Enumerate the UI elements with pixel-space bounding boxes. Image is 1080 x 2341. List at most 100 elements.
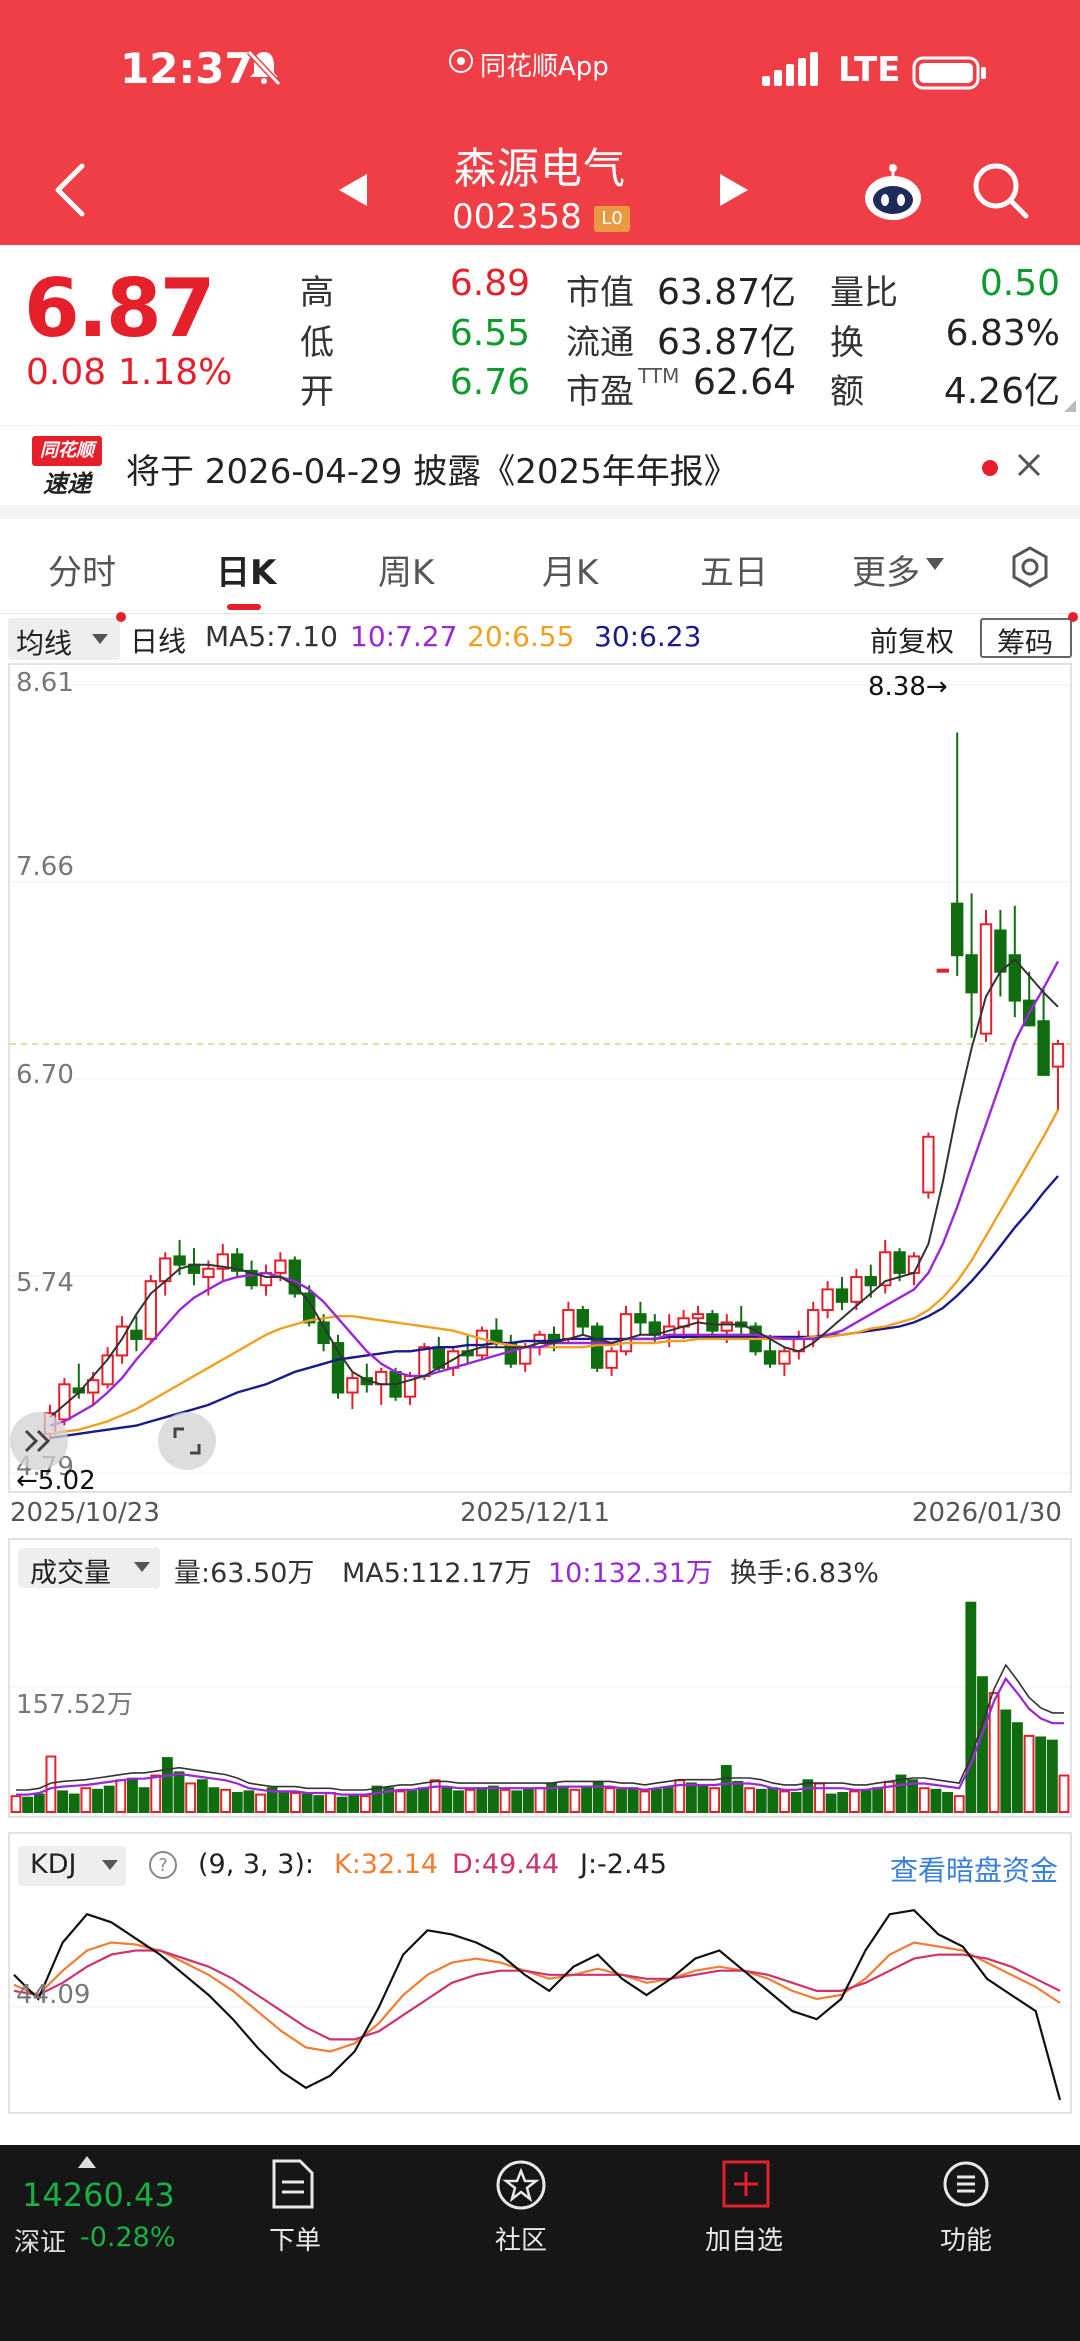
chips-dot	[1068, 612, 1078, 622]
tab-monthly-k[interactable]: 月K	[542, 545, 598, 594]
volume-bar	[930, 1788, 942, 1814]
volume-bar	[324, 1791, 336, 1814]
expand-corner-icon[interactable]	[1064, 400, 1076, 412]
community-button[interactable]: 社区	[466, 2158, 576, 2258]
kline-chart[interactable]	[10, 665, 1070, 1491]
turnover-label: 换	[830, 323, 864, 363]
volume-bar	[604, 1787, 616, 1813]
volume-bar	[127, 1777, 138, 1813]
kline-date-mid: 2025/12/11	[460, 1498, 610, 1528]
candle-body	[605, 1350, 618, 1369]
open-label: 开	[300, 372, 334, 412]
volume-bar	[779, 1790, 790, 1813]
low-value: 6.55	[449, 313, 530, 354]
order-label: 下单	[268, 2226, 321, 2256]
chip-distribution-button[interactable]: 筹码	[997, 621, 1053, 661]
volume-bar	[744, 1787, 756, 1813]
volume-bar	[255, 1793, 266, 1814]
double-chevron-icon	[24, 1429, 51, 1453]
tab-weekly-k[interactable]: 周K	[378, 545, 434, 594]
volume-bar	[732, 1780, 744, 1813]
volume-bar	[651, 1788, 662, 1814]
volume-bar	[22, 1796, 34, 1814]
float-label: 流通	[566, 323, 634, 363]
help-icon[interactable]: ?	[148, 1850, 178, 1880]
tab-more[interactable]: 更多	[852, 545, 920, 594]
functions-label: 功能	[939, 2226, 992, 2256]
float-value: 63.87亿	[656, 322, 796, 363]
search-icon[interactable]	[970, 160, 1030, 220]
tab-intraday[interactable]: 分时	[48, 545, 116, 594]
close-icon[interactable]	[1014, 450, 1044, 480]
add-watchlist-button[interactable]: 加自选	[694, 2158, 794, 2258]
volume-bar	[243, 1790, 255, 1813]
order-document-icon	[272, 2159, 314, 2209]
candle-body	[951, 902, 964, 957]
candle-body	[87, 1379, 100, 1394]
kline-y-label-2: 6.70	[16, 1060, 74, 1090]
volume-bar	[1058, 1774, 1070, 1813]
order-button[interactable]: 下单	[240, 2158, 350, 2258]
index-up-arrow-icon	[78, 2156, 96, 2168]
menu-icon	[943, 2161, 989, 2207]
volume-ma5: MA5:112.17万	[342, 1558, 532, 1589]
volume-ma10: 10:132.31万	[548, 1558, 713, 1589]
volume-chart[interactable]	[10, 1590, 1070, 1816]
volume-bar	[1035, 1736, 1047, 1814]
volume-bar	[1011, 1722, 1023, 1813]
kdj-j-value: J:-2.45	[580, 1849, 667, 1880]
mcap-label: 市值	[566, 273, 634, 313]
stock-code: 002358	[452, 197, 582, 237]
kdj-chart[interactable]	[10, 1888, 1070, 2112]
tab-five-day[interactable]: 五日	[700, 545, 768, 594]
news-badge-bottom: 速递	[43, 470, 91, 498]
tab-daily-k[interactable]: 日K	[216, 545, 276, 594]
volume-bar	[161, 1757, 173, 1813]
volume-bar	[557, 1785, 569, 1813]
kdj-dropdown-icon	[102, 1860, 118, 1870]
robot-assistant-icon[interactable]	[860, 160, 926, 226]
index-value[interactable]: 14260.43	[22, 2176, 175, 2214]
kline-min-label: ←5.02	[16, 1466, 96, 1496]
volume-bar	[1000, 1709, 1012, 1813]
volume-ratio-label: 量比	[830, 273, 898, 313]
signal-icon	[762, 52, 818, 86]
settings-icon[interactable]	[1008, 545, 1052, 589]
volume-bar	[767, 1787, 779, 1813]
candle-body	[619, 1313, 633, 1353]
volume-bar	[709, 1787, 721, 1813]
dark-pool-link[interactable]: 查看暗盘资金	[890, 1849, 1058, 1889]
indicator-dropdown-icon	[92, 634, 108, 644]
volume-bar	[80, 1787, 92, 1813]
volume-bar	[907, 1779, 919, 1814]
candle-body	[519, 1346, 532, 1365]
ma20-value: 20:6.55	[467, 620, 575, 653]
index-name: 深证	[14, 2228, 67, 2258]
amount-value: 4.26亿	[943, 371, 1060, 412]
fullscreen-button[interactable]	[158, 1412, 216, 1470]
volume-bar	[860, 1790, 872, 1813]
level-badge: L0	[594, 206, 630, 232]
candle-body	[936, 968, 949, 973]
candle-body	[634, 1313, 647, 1324]
functions-button[interactable]: 功能	[916, 2158, 1016, 2258]
low-label: 低	[300, 323, 334, 363]
community-star-icon	[496, 2160, 546, 2210]
volume-bar	[720, 1765, 732, 1813]
volume-value: 量:63.50万	[174, 1558, 315, 1589]
price-change-pct: 1.18%	[118, 352, 233, 393]
next-stock-icon[interactable]	[716, 170, 752, 210]
volume-bar	[848, 1790, 860, 1813]
ma30-value: 30:6.23	[594, 620, 702, 653]
volume-bar	[685, 1782, 697, 1813]
adjust-toggle[interactable]: 前复权	[870, 620, 954, 660]
volume-bar	[953, 1795, 965, 1813]
battery-icon	[912, 56, 986, 90]
kline-y-label-3: 5.74	[16, 1268, 74, 1298]
candle-body	[922, 1135, 935, 1194]
candle-body	[835, 1288, 849, 1303]
scroll-left-button[interactable]	[10, 1412, 68, 1470]
status-app-label: 同花顺App	[480, 52, 609, 82]
notice-text[interactable]: 将于 2026-04-29 披露《2025年年报》	[126, 444, 738, 493]
volume-bar	[406, 1790, 418, 1813]
